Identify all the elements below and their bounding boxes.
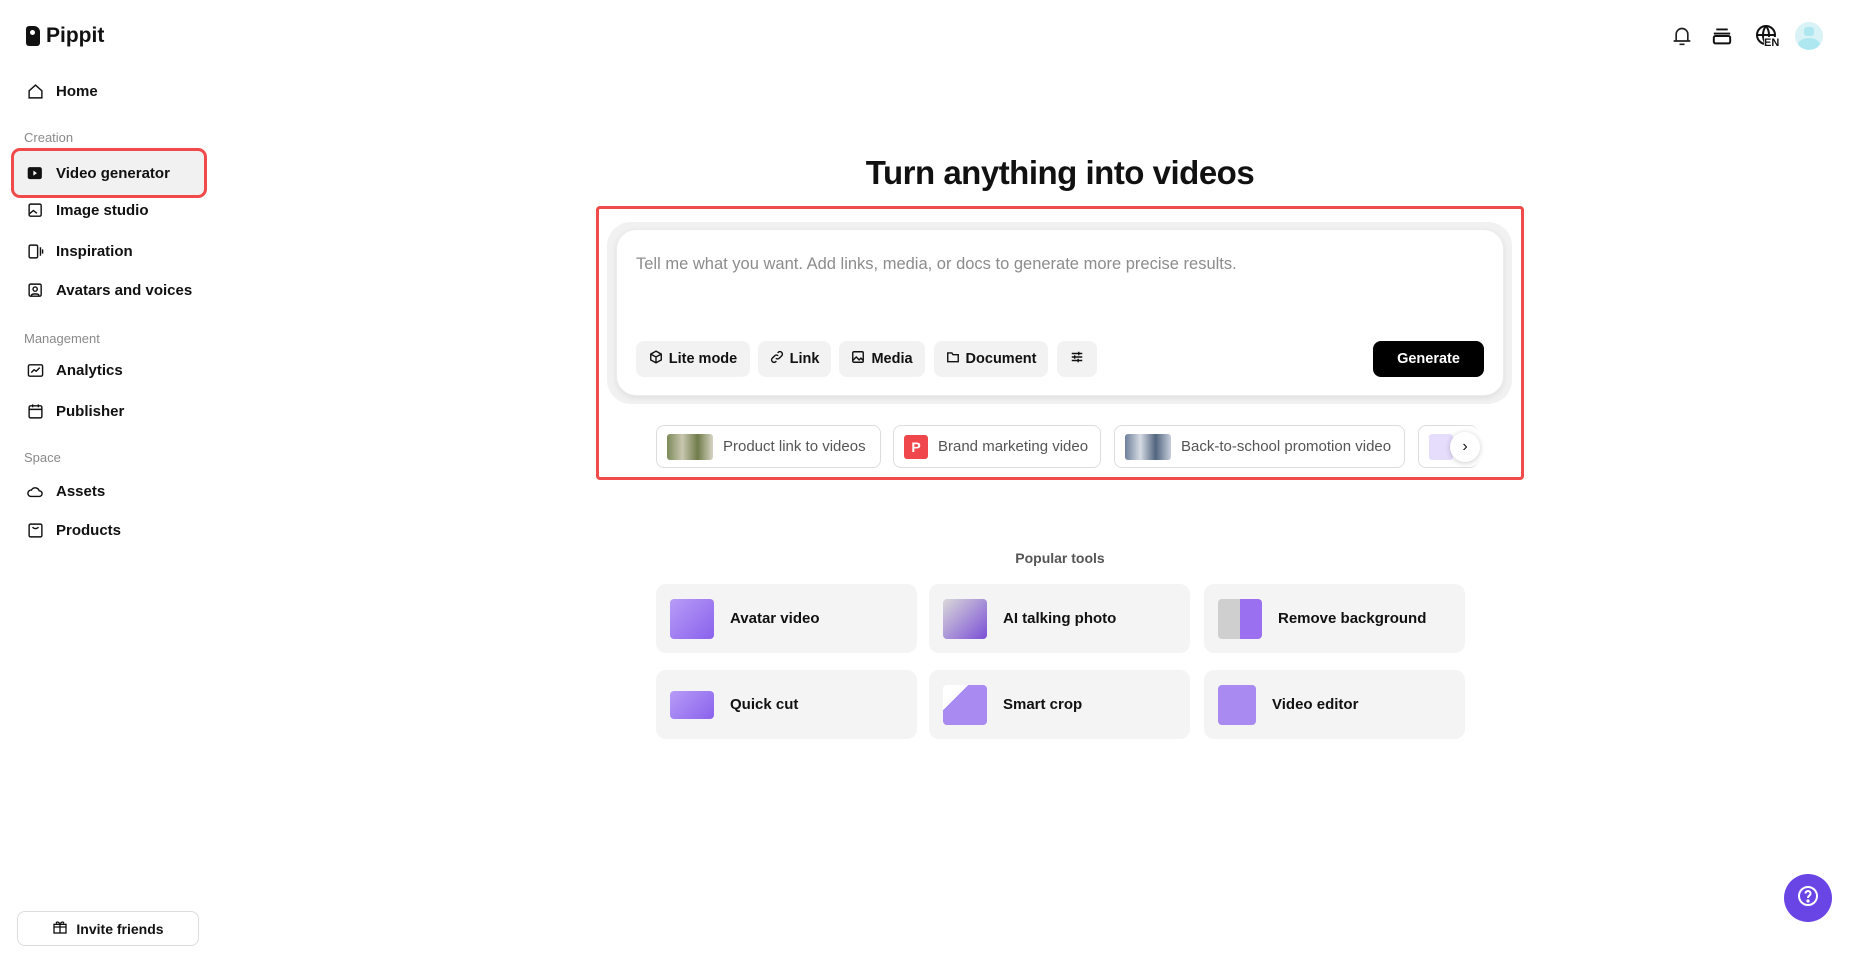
subscription-card-icon[interactable] [1710, 24, 1734, 48]
prompt-input[interactable]: Tell me what you want. Add links, media,… [636, 255, 1476, 325]
tool-video-editor[interactable]: Video editor [1204, 670, 1465, 739]
image-plus-icon [26, 201, 44, 219]
home-icon [26, 82, 44, 100]
tool-avatar-video[interactable]: Avatar video [656, 584, 917, 653]
folder-icon [946, 350, 960, 368]
talking-photo-icon [943, 598, 987, 639]
suggestion-chip[interactable]: Product link to videos [656, 425, 881, 468]
image-icon [851, 350, 865, 368]
sidebar-item-analytics[interactable]: Analytics [14, 350, 204, 390]
document-button[interactable]: Document [934, 341, 1048, 377]
sidebar-item-assets[interactable]: Assets [14, 471, 204, 511]
section-creation: Creation [24, 130, 74, 145]
sidebar-item-home[interactable]: Home [14, 71, 204, 111]
brand-p-icon: P [904, 434, 928, 459]
page-title: Turn anything into videos [865, 154, 1255, 191]
popular-tools-heading: Popular tools [1015, 550, 1105, 566]
sidebar-item-inspiration[interactable]: Inspiration [14, 231, 204, 271]
section-space: Space [24, 450, 61, 465]
link-icon [770, 350, 784, 368]
sidebar-item-avatars[interactable]: Avatars and voices [14, 270, 204, 310]
cloud-icon [26, 482, 44, 500]
settings-sliders-button[interactable] [1057, 341, 1097, 377]
sidebar-item-image-studio[interactable]: Image studio [14, 190, 204, 230]
calendar-icon [26, 402, 44, 420]
sidebar-item-products[interactable]: Products [14, 510, 204, 550]
cube-icon [649, 350, 663, 368]
sliders-icon [1070, 350, 1084, 368]
chevron-right-button[interactable]: › [1450, 432, 1480, 462]
sidebar-item-publisher[interactable]: Publisher [14, 391, 204, 431]
section-management: Management [24, 331, 100, 346]
video-editor-icon [1218, 684, 1256, 725]
quick-cut-icon [670, 690, 714, 719]
logo-icon [26, 26, 40, 46]
user-avatar[interactable] [1795, 22, 1823, 50]
media-button[interactable]: Media [839, 341, 925, 377]
product-box-icon [26, 521, 44, 539]
analytics-icon [26, 361, 44, 379]
language-globe-icon[interactable]: EN [1750, 24, 1784, 49]
suggestion-chip[interactable]: Back-to-school promotion video [1114, 425, 1405, 468]
link-button[interactable]: Link [758, 341, 831, 377]
lite-mode-button[interactable]: Lite mode [636, 341, 750, 377]
generate-button[interactable]: Generate [1373, 341, 1484, 377]
gift-icon [52, 919, 68, 938]
help-button[interactable] [1784, 874, 1832, 922]
smart-crop-icon [943, 684, 987, 725]
bell-icon[interactable] [1670, 24, 1694, 48]
pippit-logo[interactable]: Pippit [26, 24, 104, 48]
suggestion-chip[interactable]: P Brand marketing video [893, 425, 1101, 468]
invite-friends-button[interactable]: Invite friends [17, 911, 199, 946]
inspiration-icon [26, 242, 44, 260]
avatar-video-icon [670, 598, 714, 639]
tool-smart-crop[interactable]: Smart crop [929, 670, 1190, 739]
product-thumbnail [667, 433, 713, 460]
tool-ai-talking-photo[interactable]: AI talking photo [929, 584, 1190, 653]
tool-quick-cut[interactable]: Quick cut [656, 670, 917, 739]
tool-remove-background[interactable]: Remove background [1204, 584, 1465, 653]
school-thumbnail [1125, 433, 1171, 460]
avatar-icon [26, 281, 44, 299]
remove-background-icon [1218, 598, 1262, 639]
help-question-icon [1796, 884, 1820, 913]
